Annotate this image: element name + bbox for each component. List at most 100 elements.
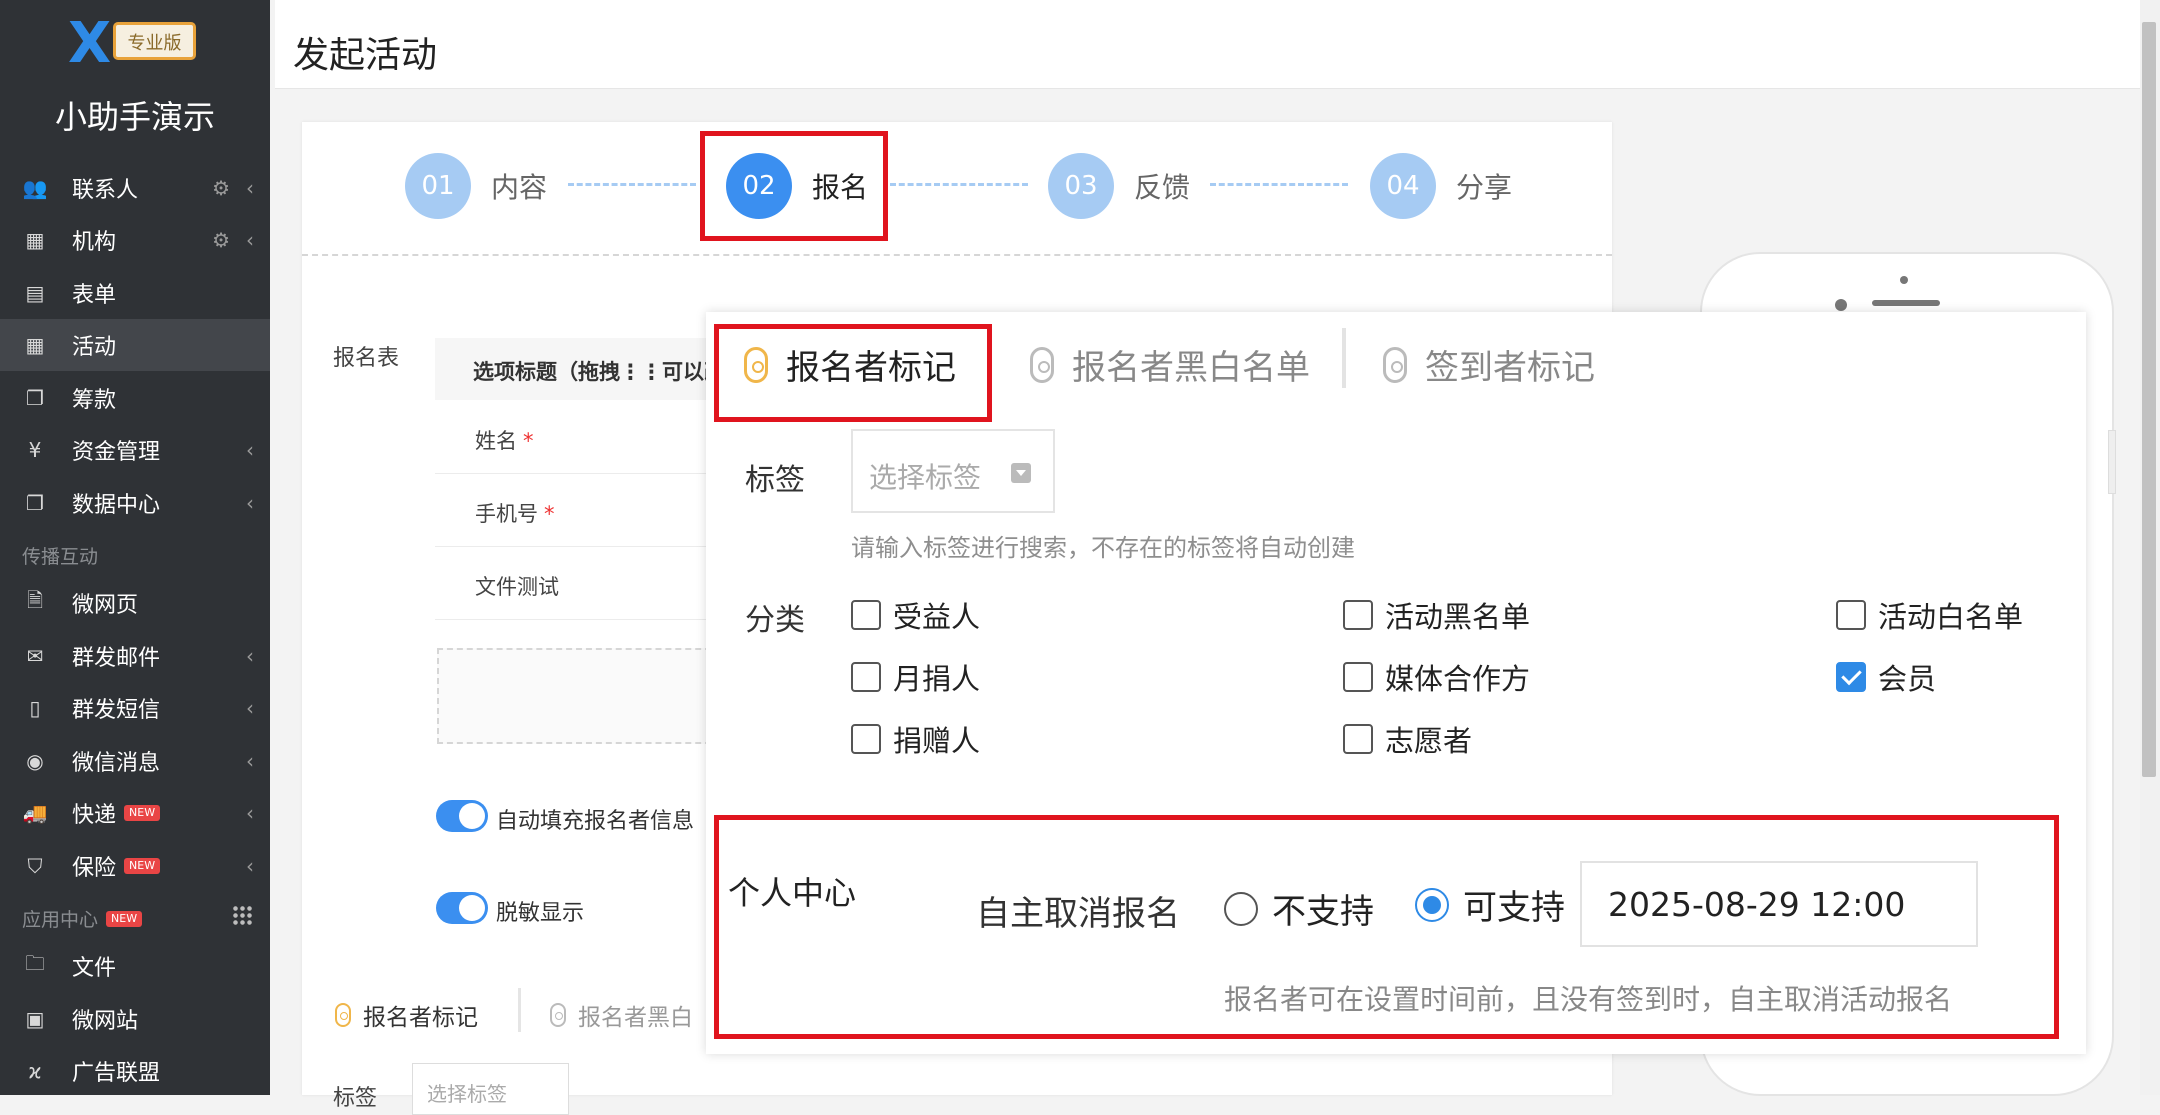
sidebar-item-data-center[interactable]: ❐ 数据中心 ‹ bbox=[0, 477, 270, 529]
tab-divider bbox=[1342, 328, 1346, 388]
sidebar-item-label: 广告联盟 bbox=[72, 1061, 161, 1086]
chevron-left-icon: ‹ bbox=[246, 438, 254, 462]
sidebar-item-funds[interactable]: ¥ 资金管理 ‹ bbox=[0, 424, 270, 476]
sidebar-item-micro-page[interactable]: 🗎 微网页 bbox=[0, 577, 270, 629]
building-icon: ▦ bbox=[25, 228, 45, 252]
category-label: 分类 bbox=[745, 603, 805, 638]
checkbox-event-blacklist[interactable]: 活动黑名单 bbox=[1343, 594, 1530, 636]
top-header bbox=[275, 0, 2140, 89]
autofill-toggle[interactable] bbox=[436, 800, 488, 832]
sidebar-item-bulk-email[interactable]: ✉ 群发邮件 ‹ bbox=[0, 630, 270, 682]
sidebar-item-label: 群发邮件 bbox=[72, 646, 161, 671]
step-content[interactable]: 01 内容 bbox=[405, 153, 547, 219]
sidebar-item-label: 数据中心 bbox=[72, 493, 161, 518]
checkbox-media-partner[interactable]: 媒体合作方 bbox=[1343, 656, 1530, 698]
checkbox-label: 受益人 bbox=[893, 600, 981, 634]
sidebar-item-insurance[interactable]: ⛉ 保险 NEW ‹ bbox=[0, 840, 270, 892]
checkbox-box[interactable] bbox=[1836, 662, 1866, 692]
add-field-dropzone[interactable] bbox=[437, 648, 731, 744]
tab-signup-marking[interactable]: 报名者标记 bbox=[335, 998, 478, 1032]
step-connector bbox=[568, 183, 696, 186]
gear-icon[interactable]: ⚙ bbox=[212, 228, 230, 252]
table-row[interactable]: 文件测试 bbox=[435, 547, 735, 620]
sidebar-item-micro-site[interactable]: ▣ 微网站 bbox=[0, 993, 270, 1045]
scrollbar-thumb[interactable] bbox=[2142, 22, 2156, 777]
step-share[interactable]: 04 分享 bbox=[1370, 153, 1512, 219]
checkbox-box[interactable] bbox=[1343, 724, 1373, 754]
sidebar-item-organizations[interactable]: ▦ 机构 ⚙ ‹ bbox=[0, 214, 270, 266]
table-header: 选项标题（拖拽⋮⋮可以改 bbox=[435, 338, 735, 400]
tag-select-placeholder: 选择标签 bbox=[869, 461, 982, 494]
tag-label: 标签 bbox=[333, 1086, 378, 1111]
chevron-left-icon: ‹ bbox=[246, 176, 254, 200]
yen-icon: ¥ bbox=[28, 438, 42, 462]
highlight-box-tab bbox=[714, 324, 992, 422]
table-row[interactable]: 姓名 * bbox=[435, 401, 735, 474]
app-logo[interactable]: X 专业版 bbox=[68, 16, 203, 72]
tag-label: 标签 bbox=[745, 463, 805, 498]
users-icon: 👥 bbox=[22, 176, 48, 200]
checkbox-label: 活动黑名单 bbox=[1385, 600, 1531, 634]
folder-icon: 🗀 bbox=[25, 951, 45, 975]
checkbox-box[interactable] bbox=[851, 724, 881, 754]
envelope-icon: ✉ bbox=[26, 644, 44, 668]
checkbox-volunteer[interactable]: 志愿者 bbox=[1343, 718, 1472, 760]
step-connector bbox=[1210, 183, 1348, 186]
highlight-box-step bbox=[700, 131, 888, 241]
mask-toggle[interactable] bbox=[436, 892, 488, 924]
phone-side-button bbox=[2108, 430, 2116, 494]
tag-select[interactable]: 选择标签 bbox=[412, 1063, 569, 1115]
gear-icon[interactable]: ⚙ bbox=[212, 176, 230, 200]
step-number: 01 bbox=[405, 153, 471, 219]
clipboard-icon: ▤ bbox=[25, 281, 45, 305]
checkbox-box[interactable] bbox=[1343, 600, 1373, 630]
checkbox-box[interactable] bbox=[1836, 600, 1866, 630]
step-feedback[interactable]: 03 反馈 bbox=[1048, 153, 1190, 219]
sidebar-item-activities[interactable]: ▦ 活动 bbox=[0, 319, 270, 371]
tab-label: 报名者黑白名单 bbox=[1072, 348, 1310, 388]
sidebar-item-files[interactable]: 🗀 文件 bbox=[0, 940, 270, 992]
sidebar-item-label: 保险 bbox=[72, 856, 117, 881]
highlight-box-personal-center bbox=[714, 815, 2059, 1039]
chevron-left-icon: ‹ bbox=[246, 228, 254, 252]
app-grid-icon[interactable] bbox=[232, 905, 252, 925]
table-row[interactable]: 手机号 * bbox=[435, 474, 735, 547]
panel-tab-checkin-marking[interactable]: 签到者标记 bbox=[1383, 340, 1595, 389]
field-name: 手机号 * bbox=[475, 498, 555, 528]
checkbox-monthly-donor[interactable]: 月捐人 bbox=[851, 656, 980, 698]
checkbox-box[interactable] bbox=[851, 600, 881, 630]
sidebar-item-label: 微网页 bbox=[72, 593, 139, 618]
sidebar-item-label: 资金管理 bbox=[72, 440, 161, 465]
sidebar-item-fundraising[interactable]: ❐ 筹款 bbox=[0, 372, 270, 424]
checkbox-member[interactable]: 会员 bbox=[1836, 656, 1936, 698]
checkbox-donor[interactable]: 捐赠人 bbox=[851, 718, 980, 760]
tab-signup-blacklist[interactable]: 报名者黑白 bbox=[550, 998, 693, 1032]
tag-select[interactable]: 选择标签 bbox=[851, 429, 1055, 513]
sidebar-item-contacts[interactable]: 👥 联系人 ⚙ ‹ bbox=[0, 162, 270, 214]
mask-toggle-label: 脱敏显示 bbox=[496, 901, 585, 926]
field-name: 姓名 * bbox=[475, 425, 534, 455]
dropdown-caret-icon bbox=[1011, 463, 1031, 483]
ad-icon: ϰ bbox=[28, 1059, 42, 1083]
sidebar-item-label: 微网站 bbox=[72, 1009, 139, 1034]
sidebar-item-wechat[interactable]: ◉ 微信消息 ‹ bbox=[0, 735, 270, 787]
section-label: 传播互动 bbox=[22, 546, 99, 568]
checkbox-event-whitelist[interactable]: 活动白名单 bbox=[1836, 594, 2023, 636]
step-number: 03 bbox=[1048, 153, 1114, 219]
sidebar-item-forms[interactable]: ▤ 表单 bbox=[0, 267, 270, 319]
checkbox-label: 捐赠人 bbox=[893, 724, 981, 758]
sidebar-item-ad-alliance[interactable]: ϰ 广告联盟 bbox=[0, 1045, 270, 1097]
checkbox-label: 志愿者 bbox=[1385, 724, 1473, 758]
checkbox-box[interactable] bbox=[851, 662, 881, 692]
sidebar-item-express[interactable]: 🚚 快递 NEW ‹ bbox=[0, 787, 270, 839]
new-badge: NEW bbox=[124, 858, 161, 874]
sidebar-item-bulk-sms[interactable]: ▯ 群发短信 ‹ bbox=[0, 682, 270, 734]
chevron-left-icon: ‹ bbox=[246, 491, 254, 515]
tab-icon bbox=[335, 1003, 351, 1027]
tag-select-placeholder: 选择标签 bbox=[427, 1082, 507, 1106]
checkbox-box[interactable] bbox=[1343, 662, 1373, 692]
panel-tab-blacklist[interactable]: 报名者黑白名单 bbox=[1030, 340, 1310, 389]
tab-divider bbox=[518, 988, 521, 1032]
step-label: 反馈 bbox=[1134, 171, 1191, 204]
checkbox-beneficiary[interactable]: 受益人 bbox=[851, 594, 980, 636]
